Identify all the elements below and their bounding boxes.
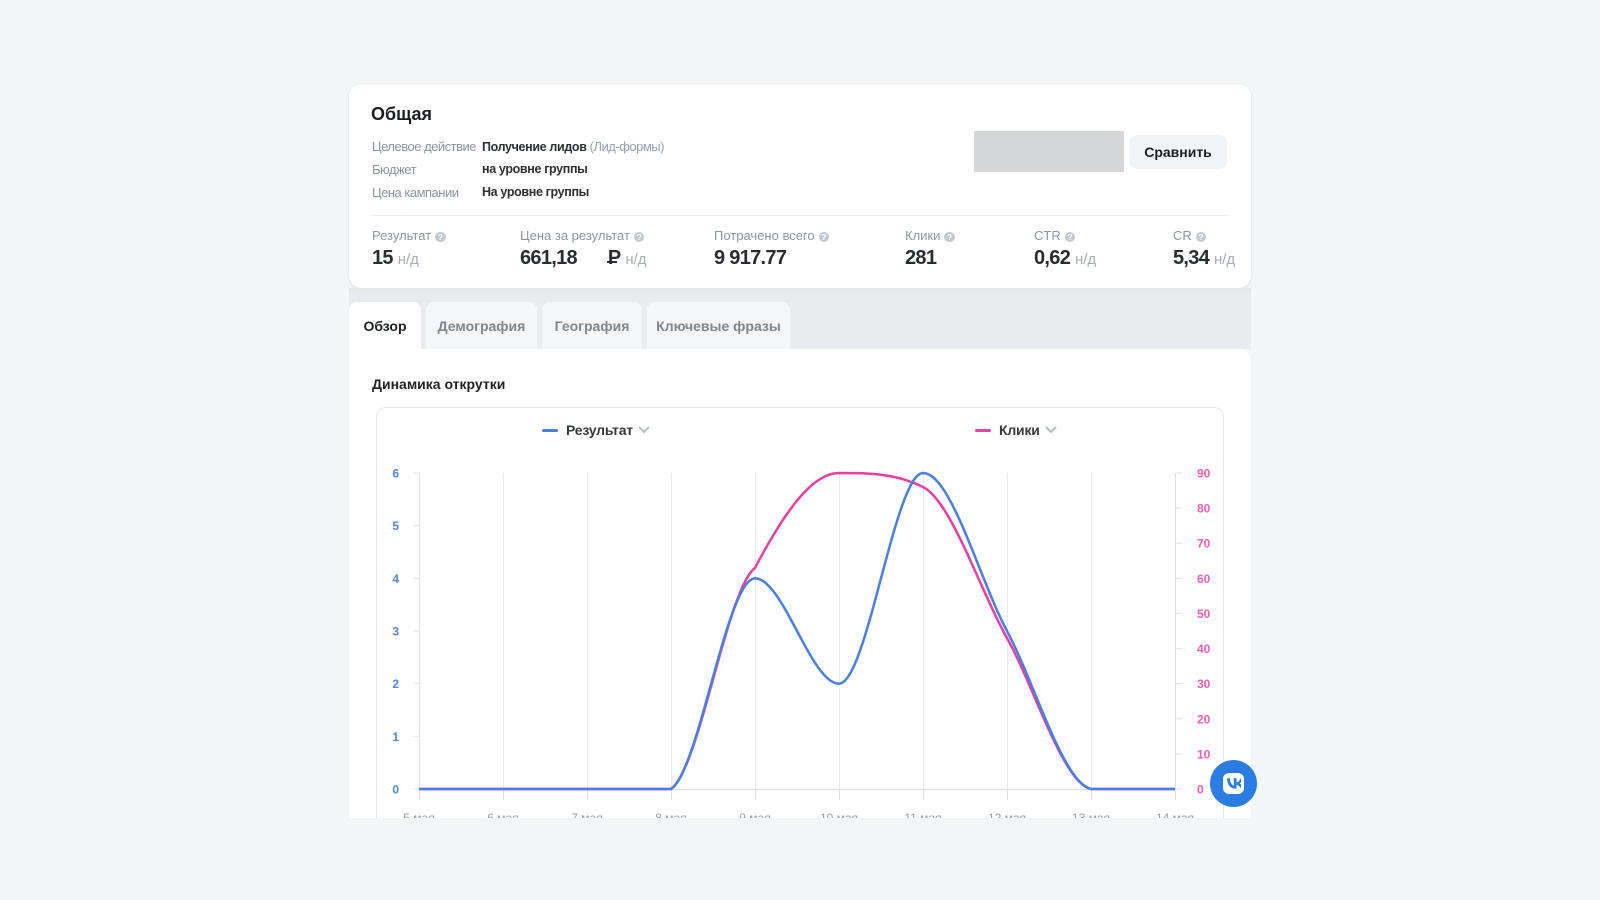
- svg-text:5: 5: [392, 519, 399, 533]
- svg-text:90: 90: [1197, 467, 1211, 481]
- svg-text:2: 2: [392, 677, 399, 691]
- svg-text:10: 10: [1197, 747, 1211, 761]
- svg-text:50: 50: [1197, 607, 1211, 621]
- svg-text:12 мая: 12 мая: [988, 811, 1026, 825]
- svg-text:7 мая: 7 мая: [571, 811, 602, 825]
- svg-text:13 мая: 13 мая: [1072, 811, 1110, 825]
- svg-text:10 мая: 10 мая: [820, 811, 858, 825]
- svg-text:5 мая: 5 мая: [403, 811, 434, 825]
- svg-text:80: 80: [1197, 502, 1211, 516]
- svg-text:1: 1: [392, 730, 399, 744]
- svg-text:60: 60: [1197, 572, 1211, 586]
- svg-text:11 мая: 11 мая: [904, 811, 941, 825]
- svg-text:9 мая: 9 мая: [739, 811, 770, 825]
- svg-text:0: 0: [392, 783, 399, 797]
- svg-text:0: 0: [1197, 783, 1204, 797]
- svg-text:14 мая: 14 мая: [1156, 811, 1194, 825]
- svg-text:30: 30: [1197, 677, 1211, 691]
- svg-text:70: 70: [1197, 537, 1211, 551]
- svg-text:4: 4: [392, 572, 399, 586]
- svg-text:6: 6: [392, 467, 399, 481]
- svg-text:8 мая: 8 мая: [655, 811, 686, 825]
- svg-text:3: 3: [392, 625, 399, 639]
- svg-text:20: 20: [1197, 712, 1211, 726]
- svg-text:6 мая: 6 мая: [487, 811, 518, 825]
- svg-text:40: 40: [1197, 642, 1211, 656]
